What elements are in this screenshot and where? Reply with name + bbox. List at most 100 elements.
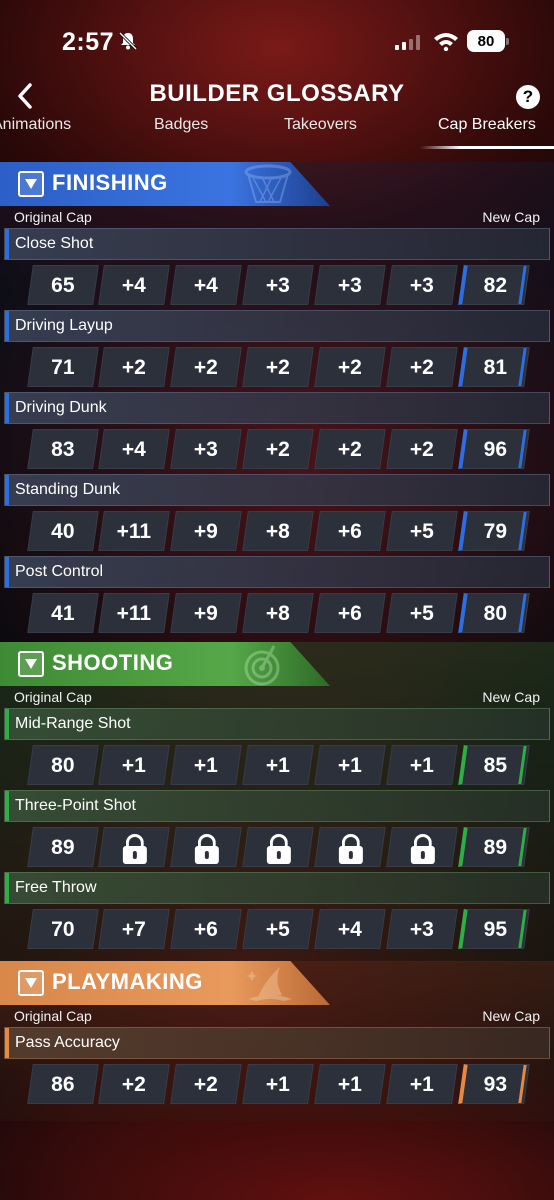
collapse-chevron-icon[interactable] — [18, 970, 44, 996]
boost-value: +1 — [314, 1064, 386, 1104]
original-cap-label: Original Cap — [14, 689, 92, 705]
new-cap-text: 81 — [483, 356, 508, 379]
locked-boost — [242, 827, 314, 867]
new-cap-text: 89 — [483, 836, 508, 859]
locked-boost — [314, 827, 386, 867]
original-cap-value: 89 — [27, 827, 99, 867]
boost-value: +2 — [98, 1064, 170, 1104]
section-header[interactable]: PLAYMAKING — [0, 961, 554, 1005]
boost-value: +1 — [242, 1064, 314, 1104]
boost-value: +2 — [386, 347, 458, 387]
boost-value: +11 — [98, 593, 170, 633]
collapse-chevron-icon[interactable] — [18, 171, 44, 197]
new-cap-value: 96 — [458, 429, 530, 469]
status-time: 2:57 — [62, 28, 115, 56]
battery-indicator: 80 — [467, 30, 509, 52]
boost-value: +6 — [314, 511, 386, 551]
new-cap-value: 85 — [458, 745, 530, 785]
new-cap-value: 89 — [458, 827, 530, 867]
stat-row: Standing Dunk 40 +11 +9 +8 +6 +5 79 — [0, 474, 554, 556]
collapse-chevron-icon[interactable] — [18, 651, 44, 677]
boost-text: +6 — [337, 602, 362, 625]
boost-text: +11 — [116, 520, 152, 543]
wizard-hat-icon — [246, 967, 292, 1001]
boost-text: +1 — [121, 754, 146, 777]
original-cap-value: 80 — [27, 745, 99, 785]
original-cap-label: Original Cap — [14, 209, 92, 225]
boost-value: +4 — [98, 429, 170, 469]
cap-values: 41 +11 +9 +8 +6 +5 80 — [27, 593, 530, 633]
stat-name: Pass Accuracy — [15, 1034, 120, 1051]
stat-name: Driving Dunk — [15, 399, 107, 416]
stat-name: Standing Dunk — [15, 481, 120, 498]
boost-value: +6 — [170, 909, 242, 949]
column-labels: Original Cap New Cap — [0, 1005, 554, 1027]
status-bar: 2:57 80 — [0, 0, 554, 80]
help-button[interactable]: ? — [516, 85, 540, 109]
cellular-signal-icon — [395, 34, 420, 50]
tab-animations[interactable]: Animations — [0, 116, 71, 134]
active-tab-indicator — [420, 146, 554, 149]
section-header[interactable]: FINISHING — [0, 162, 554, 206]
section-shooting: SHOOTING Original Cap New Cap Mid-Range … — [0, 642, 554, 962]
boost-value: +5 — [386, 511, 458, 551]
cap-values: 89 89 — [27, 827, 530, 868]
section-header[interactable]: SHOOTING — [0, 642, 554, 686]
cap-values: 86 +2 +2 +1 +1 +1 93 — [27, 1064, 530, 1104]
boost-value: +4 — [314, 909, 386, 949]
new-cap-text: 96 — [483, 438, 508, 461]
section-playmaking: PLAYMAKING Original Cap New Cap Pass Acc… — [0, 961, 554, 1121]
lock-icon — [174, 828, 238, 868]
column-labels: Original Cap New Cap — [0, 206, 554, 228]
boost-text: +2 — [265, 356, 290, 379]
boost-value: +3 — [386, 909, 458, 949]
boost-text: +11 — [116, 602, 152, 625]
boost-text: +1 — [193, 754, 218, 777]
boost-text: +4 — [337, 918, 362, 941]
original-cap-value: 70 — [27, 909, 99, 949]
cap-values: 70 +7 +6 +5 +4 +3 95 — [27, 909, 530, 949]
section-finishing: FINISHING Original Cap New Cap Close Sho… — [0, 162, 554, 642]
tab-takeovers[interactable]: Takeovers — [284, 116, 357, 134]
stat-label-bar: Three-Point Shot — [4, 790, 550, 822]
lock-icon — [102, 828, 166, 868]
boost-value: +3 — [170, 429, 242, 469]
cap-values: 83 +4 +3 +2 +2 +2 96 — [27, 429, 530, 469]
stat-label-bar: Post Control — [4, 556, 550, 588]
boost-text: +7 — [121, 918, 146, 941]
bell-muted-icon — [118, 31, 138, 51]
boost-value: +11 — [98, 511, 170, 551]
boost-value: +9 — [170, 593, 242, 633]
boost-value: +5 — [242, 909, 314, 949]
boost-text: +1 — [409, 1073, 434, 1096]
new-cap-text: 95 — [483, 918, 508, 941]
stat-label-bar: Standing Dunk — [4, 474, 550, 506]
boost-text: +8 — [265, 520, 290, 543]
boost-value: +1 — [170, 745, 242, 785]
boost-value: +7 — [98, 909, 170, 949]
boost-value: +2 — [170, 1064, 242, 1104]
screen: 2:57 80 BUILDER GLOSSARY ? Animations Ba… — [0, 0, 554, 1200]
locked-boost — [386, 827, 458, 867]
original-cap-value: 40 — [27, 511, 99, 551]
original-cap-text: 71 — [51, 356, 75, 379]
boost-text: +3 — [337, 274, 362, 297]
lock-icon — [390, 828, 454, 868]
boost-value: +1 — [386, 745, 458, 785]
target-icon — [244, 645, 280, 686]
stat-row: Pass Accuracy 86 +2 +2 +1 +1 +1 93 — [0, 1027, 554, 1109]
boost-value: +2 — [314, 429, 386, 469]
boost-value: +4 — [170, 265, 242, 305]
new-cap-value: 93 — [458, 1064, 530, 1104]
page-title: BUILDER GLOSSARY — [149, 80, 405, 107]
boost-value: +2 — [242, 429, 314, 469]
tab-badges[interactable]: Badges — [154, 116, 208, 134]
boost-text: +1 — [337, 754, 362, 777]
original-cap-text: 83 — [51, 438, 75, 461]
tab-cap-breakers[interactable]: Cap Breakers — [438, 116, 536, 134]
boost-text: +1 — [337, 1073, 362, 1096]
boost-text: +4 — [121, 274, 146, 297]
original-cap-text: 41 — [51, 602, 75, 625]
boost-text: +2 — [121, 356, 146, 379]
boost-value: +3 — [386, 265, 458, 305]
